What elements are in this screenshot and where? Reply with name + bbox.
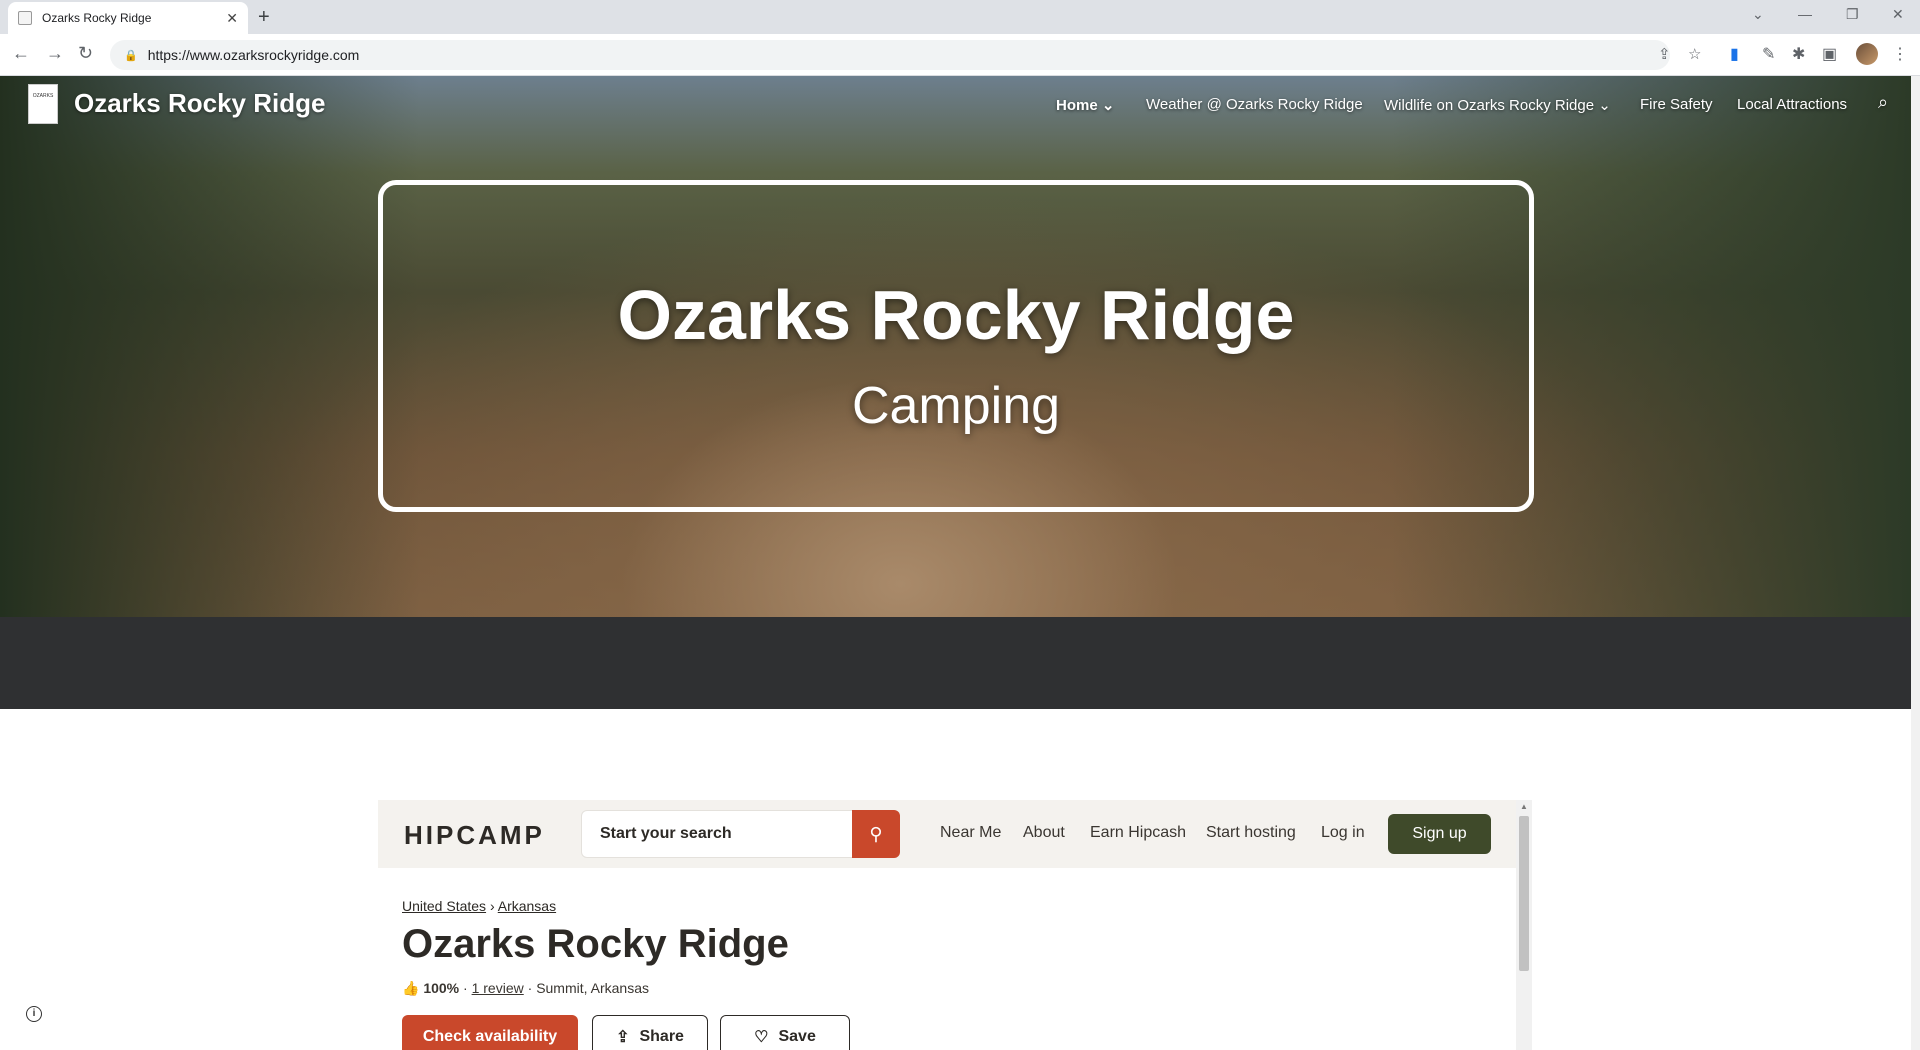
forward-icon[interactable]: → — [46, 43, 64, 64]
info-icon[interactable]: i — [26, 1006, 42, 1022]
browser-tab-strip: Ozarks Rocky Ridge ✕ + ⌄ — ❐ ✕ — [0, 0, 1920, 34]
breadcrumb-united-states[interactable]: United States — [402, 898, 486, 914]
check-availability-button[interactable]: Check availability — [402, 1015, 578, 1050]
nav-wildlife[interactable]: Wildlife on Ozarks Rocky Ridge ⌄ — [1384, 96, 1611, 114]
chevron-down-icon: ⌄ — [1598, 97, 1611, 114]
address-bar[interactable]: 🔒 https://www.ozarksrockyridge.com — [110, 40, 1670, 70]
hipcamp-nav-log-in[interactable]: Log in — [1321, 824, 1365, 842]
extension-tool-icon[interactable]: ✎ — [1762, 44, 1775, 64]
save-button[interactable]: ♡ Save — [720, 1015, 850, 1050]
bookmark-star-icon[interactable]: ☆ — [1688, 45, 1701, 63]
site-search-icon[interactable]: ⌕ — [1878, 92, 1888, 113]
extension-bookmark-icon[interactable]: ▮ — [1730, 44, 1739, 64]
share-icon: ⇪ — [616, 1029, 630, 1046]
listing-meta: 👍 100% · 1 review · Summit, Arkansas — [402, 980, 650, 996]
minimize-icon[interactable]: — — [1798, 6, 1812, 22]
back-icon[interactable]: ← — [12, 43, 30, 64]
side-panel-icon[interactable]: ▣ — [1822, 44, 1837, 64]
hero-background-trees-left — [0, 76, 420, 617]
nav-home-label: Home — [1056, 97, 1098, 114]
extensions-puzzle-icon[interactable]: ✱ — [1792, 44, 1805, 64]
embed-scrollbar[interactable]: ▲ — [1516, 800, 1532, 1050]
scroll-up-icon[interactable]: ▲ — [1520, 802, 1528, 811]
browser-menu-icon[interactable]: ⋮ — [1892, 44, 1908, 64]
rating-percent: 100% — [423, 980, 460, 996]
listing-location: Summit, Arkansas — [536, 980, 650, 996]
hipcamp-signup-button[interactable]: Sign up — [1388, 814, 1491, 854]
profile-avatar[interactable] — [1856, 43, 1878, 65]
thumbs-up-icon: 👍 — [402, 980, 420, 996]
hipcamp-search-input[interactable]: Start your search — [581, 810, 853, 858]
share-page-icon[interactable]: ⇪ — [1658, 45, 1671, 63]
hipcamp-nav-start-hosting[interactable]: Start hosting — [1206, 824, 1296, 842]
hipcamp-nav-earn-hipcash[interactable]: Earn Hipcash — [1090, 824, 1186, 842]
hipcamp-header: HIPCAMP Start your search ⚲ Near Me Abou… — [378, 800, 1516, 868]
url-text: https://www.ozarksrockyridge.com — [147, 47, 360, 63]
restore-icon[interactable]: ❐ — [1846, 6, 1859, 23]
hipcamp-search-button[interactable]: ⚲ — [852, 810, 900, 858]
breadcrumb-arkansas[interactable]: Arkansas — [498, 898, 556, 914]
reviews-link[interactable]: 1 review — [472, 980, 524, 996]
reload-icon[interactable]: ↻ — [78, 43, 93, 64]
breadcrumb: United States › Arkansas — [402, 898, 556, 914]
window-close-icon[interactable]: ✕ — [1892, 6, 1904, 23]
nav-home[interactable]: Home ⌄ — [1056, 96, 1114, 114]
browser-toolbar: ← → ↻ 🔒 https://www.ozarksrockyridge.com… — [0, 34, 1920, 76]
hipcamp-nav-about[interactable]: About — [1023, 824, 1065, 842]
dark-band — [0, 617, 1911, 709]
tab-search-icon[interactable]: ⌄ — [1752, 6, 1764, 23]
breadcrumb-separator-icon: › — [489, 898, 498, 914]
tab-favicon-icon — [18, 11, 32, 25]
chevron-down-icon: ⌄ — [1101, 97, 1115, 114]
share-button[interactable]: ⇪ Share — [592, 1015, 708, 1050]
site-logo[interactable]: OZARKS — [28, 84, 58, 124]
new-tab-icon[interactable]: + — [258, 6, 270, 29]
save-label: Save — [778, 1028, 816, 1045]
tab-close-icon[interactable]: ✕ — [226, 10, 238, 27]
hero-subtitle: Camping — [851, 377, 1061, 435]
site-title[interactable]: Ozarks Rocky Ridge — [74, 88, 325, 119]
browser-tab[interactable]: Ozarks Rocky Ridge ✕ — [8, 2, 248, 34]
nav-wildlife-label: Wildlife on Ozarks Rocky Ridge — [1384, 97, 1595, 114]
heart-icon: ♡ — [754, 1029, 769, 1046]
hero-title: Ozarks Rocky Ridge — [617, 276, 1295, 354]
nav-local-attractions[interactable]: Local Attractions — [1737, 96, 1847, 113]
hipcamp-logo[interactable]: HIPCAMP — [404, 820, 545, 851]
embed-scrollbar-thumb[interactable] — [1519, 816, 1529, 971]
tab-title: Ozarks Rocky Ridge — [42, 11, 152, 25]
nav-weather[interactable]: Weather @ Ozarks Rocky Ridge — [1146, 96, 1363, 113]
lock-icon: 🔒 — [124, 49, 138, 62]
hipcamp-embed: HIPCAMP Start your search ⚲ Near Me Abou… — [378, 800, 1532, 1050]
search-placeholder: Start your search — [600, 825, 732, 842]
share-label: Share — [639, 1028, 684, 1045]
site-logo-text: OZARKS — [32, 93, 54, 99]
hipcamp-nav-near-me[interactable]: Near Me — [940, 824, 1001, 842]
listing-title: Ozarks Rocky Ridge — [402, 922, 789, 966]
search-icon: ⚲ — [869, 823, 883, 844]
page-scrollbar[interactable] — [1911, 76, 1920, 1050]
nav-fire-safety[interactable]: Fire Safety — [1640, 96, 1713, 113]
